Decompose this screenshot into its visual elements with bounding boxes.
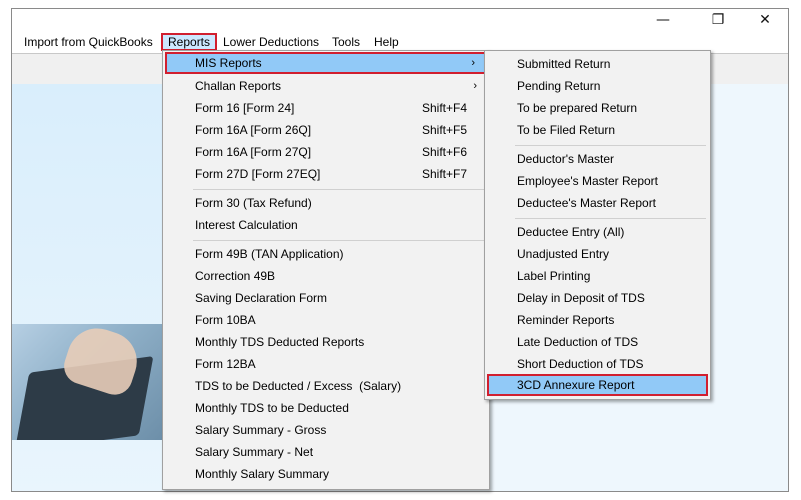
menu-item-shortcut: Shift+F4 [421,101,467,115]
menu-item-salary-summary-gross[interactable]: Salary Summary - Gross [165,419,487,441]
menu-item-to-be-filed-return[interactable]: To be Filed Return [487,119,708,141]
menu-item-label: Label Printing [517,269,591,283]
menu-item-form-16[interactable]: Form 16 [Form 24] Shift+F4 [165,97,487,119]
menu-item-label: MIS Reports [195,56,262,70]
menu-item-label-printing[interactable]: Label Printing [487,265,708,287]
chevron-right-icon: › [473,80,477,92]
menu-item-reminder-reports[interactable]: Reminder Reports [487,309,708,331]
menu-import-from-quickbooks[interactable]: Import from QuickBooks [18,33,159,51]
menu-item-label: Form 16 [Form 24] [195,101,295,115]
menu-item-3cd-annexure-report[interactable]: 3CD Annexure Report [487,374,708,396]
menu-item-label: To be Filed Return [517,123,616,137]
menu-item-to-be-prepared-return[interactable]: To be prepared Return [487,97,708,119]
menu-item-label: Monthly TDS to be Deducted [195,401,349,415]
menu-item-form-10ba[interactable]: Form 10BA [165,309,487,331]
menu-item-label: Form 27D [Form 27EQ] [195,167,321,181]
menu-item-late-deduction[interactable]: Late Deduction of TDS [487,331,708,353]
menu-item-label: Pending Return [517,79,601,93]
menu-item-monthly-tds-deducted[interactable]: Monthly TDS Deducted Reports [165,331,487,353]
close-icon[interactable]: ✕ [742,9,788,31]
menu-item-form-27d[interactable]: Form 27D [Form 27EQ] Shift+F7 [165,163,487,185]
menu-item-form-49b[interactable]: Form 49B (TAN Application) [165,243,487,265]
menu-tools[interactable]: Tools [326,33,366,51]
reports-dropdown: MIS Reports › Challan Reports › Form 16 … [162,50,490,490]
menu-item-shortcut: Shift+F7 [421,167,467,181]
chevron-right-icon: › [471,57,475,69]
menu-item-deductee-entry-all[interactable]: Deductee Entry (All) [487,221,708,243]
menu-item-label: To be prepared Return [517,101,638,115]
menu-item-delay-in-deposit[interactable]: Delay in Deposit of TDS [487,287,708,309]
menu-item-label: Employee's Master Report [517,174,659,188]
menu-item-form-16a-27q[interactable]: Form 16A [Form 27Q] Shift+F6 [165,141,487,163]
mis-reports-submenu: Submitted Return Pending Return To be pr… [484,50,711,400]
menu-item-label: Form 12BA [195,357,256,371]
menu-item-correction-49b[interactable]: Correction 49B [165,265,487,287]
menu-item-monthly-tds-to-be-deducted[interactable]: Monthly TDS to be Deducted [165,397,487,419]
menu-item-label: Form 10BA [195,313,256,327]
menu-item-label: Unadjusted Entry [517,247,610,261]
menu-item-submitted-return[interactable]: Submitted Return [487,53,708,75]
menu-item-label: Monthly Salary Summary [195,467,330,481]
menu-item-shortcut: Shift+F6 [421,145,467,159]
menu-item-form-16a-26q[interactable]: Form 16A [Form 26Q] Shift+F5 [165,119,487,141]
menu-item-deductees-master-report[interactable]: Deductee's Master Report [487,192,708,214]
menu-item-label: Interest Calculation [195,218,298,232]
menu-item-label: Salary Summary - Gross [195,423,327,437]
menu-item-label: Late Deduction of TDS [517,335,639,349]
menu-item-short-deduction[interactable]: Short Deduction of TDS [487,353,708,375]
minimize-icon[interactable]: — [640,9,686,31]
menu-item-unadjusted-entry[interactable]: Unadjusted Entry [487,243,708,265]
menu-separator [515,218,706,219]
menu-item-monthly-salary-summary[interactable]: Monthly Salary Summary [165,463,487,485]
menu-item-label: Submitted Return [517,57,611,71]
menu-item-challan-reports[interactable]: Challan Reports › [165,75,487,97]
menu-separator [193,189,485,190]
menu-item-label: Deductor's Master [517,152,614,166]
menu-item-label: Challan Reports [195,79,282,93]
menu-item-label: Salary Summary - Net [195,445,314,459]
menu-reports[interactable]: Reports [161,33,218,51]
menu-item-label: Reminder Reports [517,313,615,327]
menu-item-employees-master-report[interactable]: Employee's Master Report [487,170,708,192]
menu-item-shortcut: Shift+F5 [421,123,467,137]
menu-item-deductors-master[interactable]: Deductor's Master [487,148,708,170]
maximize-icon[interactable]: ❐ [695,9,741,31]
menu-item-label: Form 16A [Form 27Q] [195,145,312,159]
menu-separator [515,145,706,146]
menu-item-interest-calculation[interactable]: Interest Calculation [165,214,487,236]
menu-item-label: Deductee Entry (All) [517,225,625,239]
menu-item-tds-to-be-deducted-excess[interactable]: TDS to be Deducted / Excess (Salary) [165,375,487,397]
menu-item-label: Deductee's Master Report [517,196,657,210]
calculator-hand-image [12,324,162,440]
menu-item-label: Saving Declaration Form [195,291,328,305]
menu-item-label: Delay in Deposit of TDS [517,291,645,305]
menu-item-label: Monthly TDS Deducted Reports [195,335,365,349]
menu-separator [193,240,485,241]
menu-item-label: Form 30 (Tax Refund) [195,196,312,210]
menu-item-label: Correction 49B [195,269,276,283]
menu-item-form-30[interactable]: Form 30 (Tax Refund) [165,192,487,214]
menu-lower-deductions[interactable]: Lower Deductions [217,33,325,51]
menu-help[interactable]: Help [368,33,405,51]
menu-item-label: Form 49B (TAN Application) [195,247,344,261]
menu-item-label: 3CD Annexure Report [517,378,635,392]
menu-item-label: TDS to be Deducted / Excess (Salary) [195,379,402,393]
menu-item-pending-return[interactable]: Pending Return [487,75,708,97]
menu-item-label: Form 16A [Form 26Q] [195,123,312,137]
menu-item-saving-declaration[interactable]: Saving Declaration Form [165,287,487,309]
menu-item-label: Short Deduction of TDS [517,357,644,371]
menu-item-salary-summary-net[interactable]: Salary Summary - Net [165,441,487,463]
menu-item-form-12ba[interactable]: Form 12BA [165,353,487,375]
menu-item-mis-reports[interactable]: MIS Reports › [165,52,487,74]
